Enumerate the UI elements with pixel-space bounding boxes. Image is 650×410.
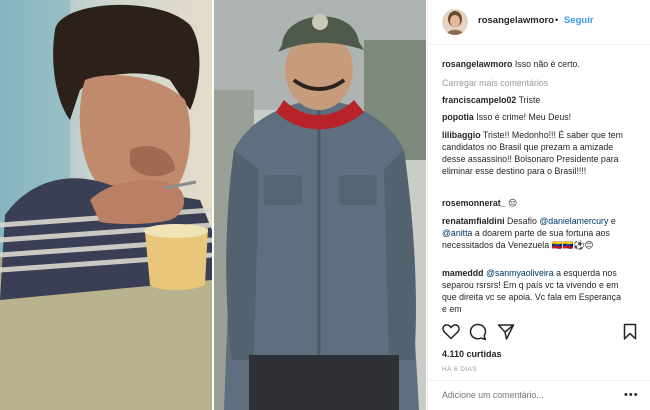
post-timestamp: HÁ 6 DIAS — [442, 366, 478, 373]
comment-mention[interactable]: @danielamercury — [539, 216, 608, 226]
post-header: rosangelawmoro • Seguir — [428, 0, 650, 45]
comment-text: 😔 — [508, 198, 518, 208]
avatar[interactable] — [442, 9, 468, 35]
comment: rosemonnerat_ 😔 — [442, 197, 626, 209]
comment: renatamfialdini Desafio @danielamercury … — [442, 215, 626, 251]
comments-list: rosangelawmoro Isso não é certo. Carrega… — [442, 54, 638, 319]
man-photo — [214, 0, 426, 410]
comment-username[interactable]: mameddd — [442, 268, 484, 278]
post-caption: rosangelawmoro Isso não é certo. — [442, 58, 638, 70]
header-username[interactable]: rosangelawmoro — [478, 15, 554, 26]
options-icon[interactable]: ••• — [624, 389, 639, 401]
caption-username[interactable]: rosangelawmoro — [442, 59, 512, 69]
share-icon[interactable] — [497, 323, 515, 341]
comment-username[interactable]: lilibaggio — [442, 130, 481, 140]
comment: lilibaggio Triste!! Medonho!!! É saber q… — [442, 129, 626, 177]
child-photo — [0, 0, 212, 410]
comment: franciscampelo02 Triste — [442, 94, 626, 106]
add-comment-row: ••• — [428, 380, 650, 410]
comment-text: Desafio — [507, 216, 537, 226]
comment-mention[interactable]: @sanmyaoliveira — [486, 268, 554, 278]
comment-username[interactable]: popotia — [442, 112, 474, 122]
instagram-post: rosangelawmoro • Seguir rosangelawmoro I… — [0, 0, 650, 410]
like-count[interactable]: 4.110 curtidas — [442, 349, 502, 359]
comment-mention[interactable]: @anitta — [442, 228, 472, 238]
comment-username[interactable]: rosemonnerat_ — [442, 198, 506, 208]
comment: popotia Isso é crime! Meu Deus! — [442, 111, 626, 123]
comment-username[interactable]: renatamfialdini — [442, 216, 505, 226]
add-comment-input[interactable] — [442, 390, 612, 400]
header-separator: • — [555, 15, 559, 26]
comment: mameddd @sanmyaoliveira a esquerda nos s… — [442, 267, 626, 315]
comment-text: Isso é crime! Meu Deus! — [476, 112, 572, 122]
comment-icon[interactable] — [469, 323, 487, 341]
load-more-comments[interactable]: Carregar mais comentários — [442, 78, 548, 88]
post-side-panel: rosangelawmoro • Seguir rosangelawmoro I… — [427, 0, 650, 410]
comment-username[interactable]: franciscampelo02 — [442, 95, 516, 105]
comment-joiner: e — [610, 216, 616, 226]
comment-text: Triste — [518, 95, 541, 105]
caption-text: Isso não é certo. — [514, 59, 580, 69]
heart-icon[interactable] — [442, 323, 460, 340]
bookmark-icon[interactable] — [623, 323, 637, 340]
follow-button[interactable]: Seguir — [564, 15, 594, 26]
post-actions — [442, 322, 638, 342]
